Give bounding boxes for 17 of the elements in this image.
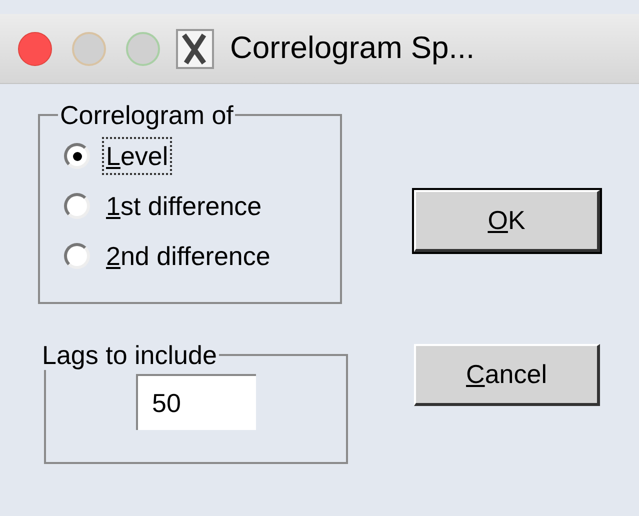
dialog-button[interactable]: OK	[414, 190, 600, 252]
radio-label: 2nd difference	[105, 240, 272, 273]
radio-option[interactable]: 2nd difference	[64, 234, 316, 278]
radio-option[interactable]: Level	[64, 134, 316, 178]
radio-label: 1st difference	[105, 190, 263, 223]
radio-option[interactable]: 1st difference	[64, 184, 316, 228]
radio-button[interactable]	[64, 243, 90, 269]
group-label: Correlogram of	[59, 100, 234, 130]
group-label: Lags to include	[41, 340, 218, 370]
radio-label: Level	[104, 139, 170, 173]
window-title: Correlogram Sp...	[230, 29, 475, 68]
dialog-button[interactable]: Cancel	[414, 344, 600, 406]
lags-input[interactable]: 50	[136, 374, 256, 430]
close-button[interactable]	[18, 32, 52, 66]
radio-button[interactable]	[64, 193, 90, 219]
radio-button[interactable]	[64, 143, 90, 169]
app-icon	[176, 28, 214, 68]
